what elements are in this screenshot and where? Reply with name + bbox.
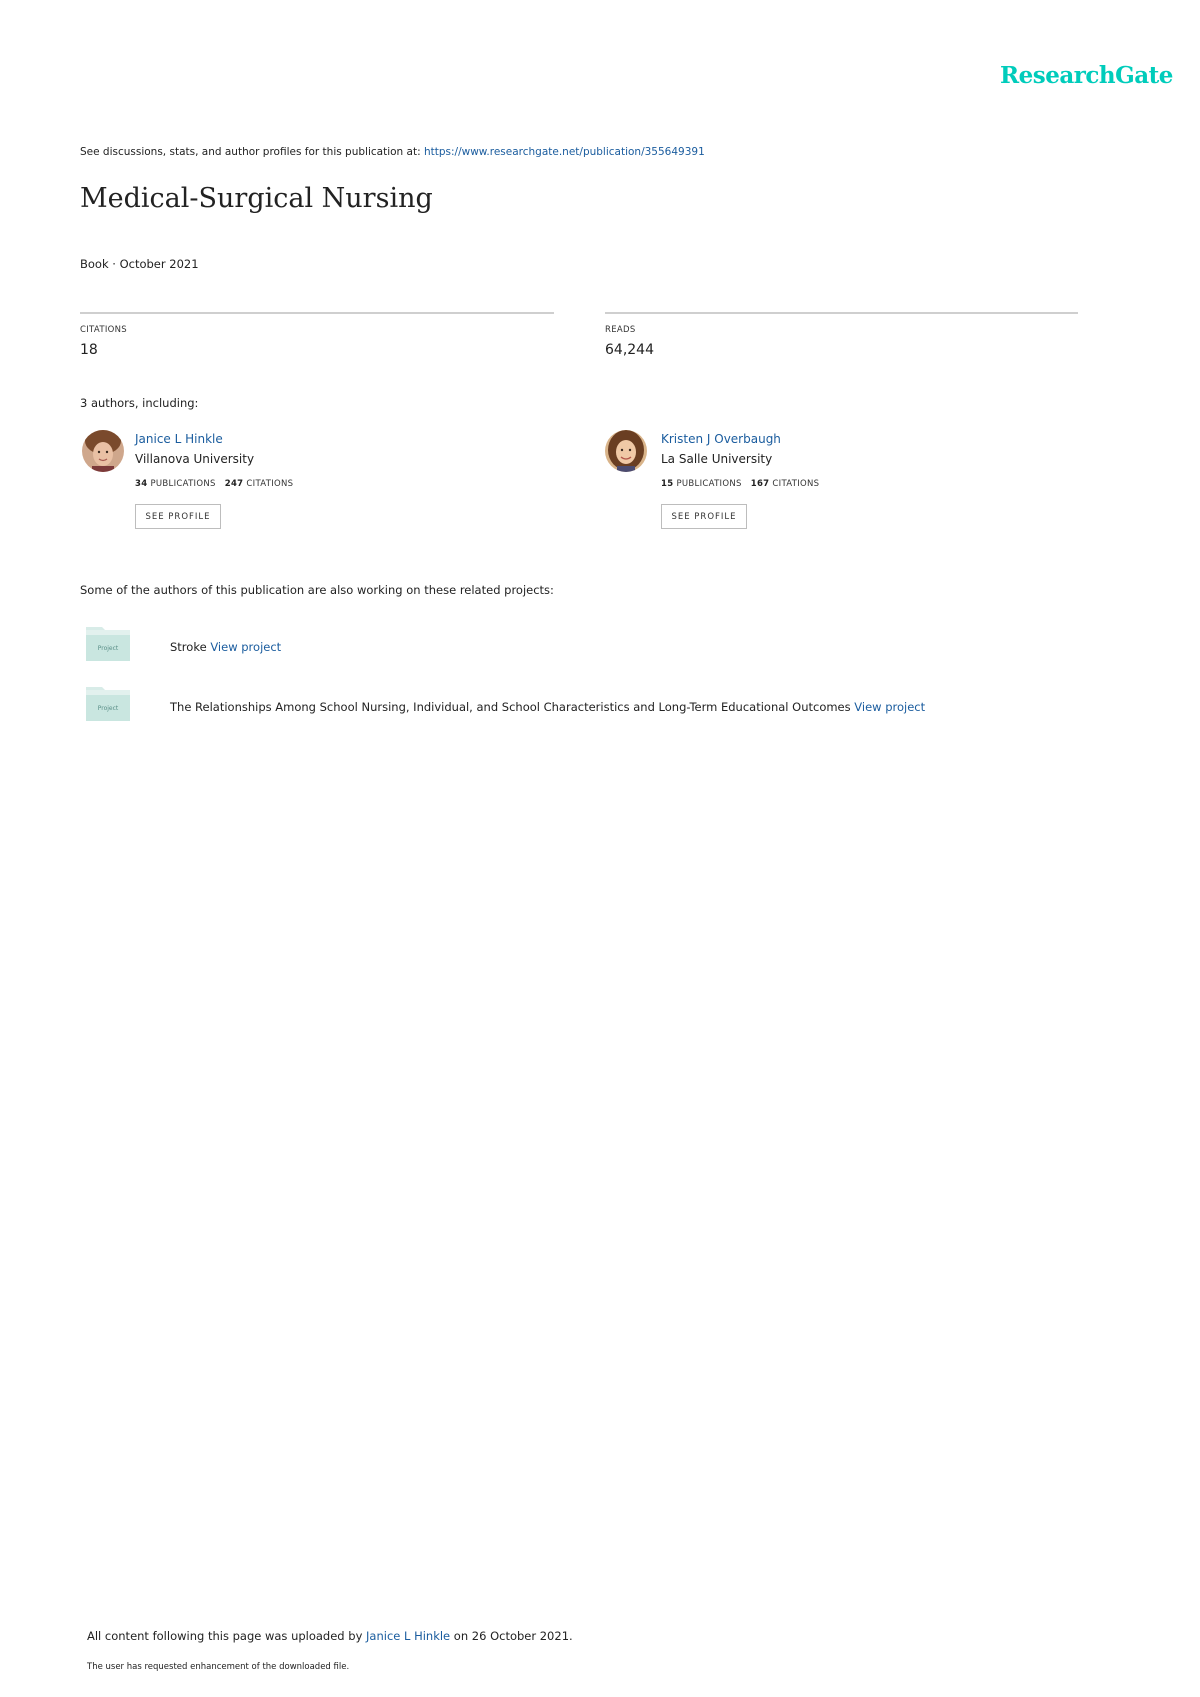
enhancement-note: The user has requested enhancement of th… (87, 1662, 350, 1672)
author-publications-label: PUBLICATIONS (150, 479, 216, 489)
upload-suffix: on 26 October 2021. (453, 1629, 573, 1643)
author-stats: 34 PUBLICATIONS 247 CITATIONS (135, 479, 293, 489)
author-citations-label: CITATIONS (772, 479, 820, 489)
citations-divider (80, 312, 554, 314)
project-name: The Relationships Among School Nursing, … (170, 700, 851, 714)
authors-heading: 3 authors, including: (80, 396, 199, 410)
avatar-photo-icon (82, 430, 124, 472)
researchgate-logo[interactable]: ResearchGate (1000, 62, 1173, 89)
author-citations-label: CITATIONS (246, 479, 294, 489)
see-profile-button[interactable]: SEE PROFILE (661, 504, 747, 529)
author-publications-label: PUBLICATIONS (676, 479, 742, 489)
project-folder-icon: Project (86, 687, 130, 721)
publication-meta: Book · October 2021 (80, 257, 199, 271)
view-project-link[interactable]: View project (210, 640, 281, 654)
related-projects-heading: Some of the authors of this publication … (80, 583, 554, 597)
upload-prefix: All content following this page was uplo… (87, 1629, 363, 1643)
upload-notice: All content following this page was uplo… (87, 1629, 573, 1643)
author-stats: 15 PUBLICATIONS 167 CITATIONS (661, 479, 819, 489)
view-project-link[interactable]: View project (854, 700, 925, 714)
svg-text:Project: Project (98, 645, 119, 652)
author-publications-count: 15 (661, 479, 674, 489)
author-citations-count: 247 (224, 479, 244, 489)
author-avatar-overbaugh[interactable] (605, 430, 647, 472)
see-profile-button[interactable]: SEE PROFILE (135, 504, 221, 529)
publication-url-link[interactable]: https://www.researchgate.net/publication… (424, 146, 705, 158)
reads-value: 64,244 (605, 342, 654, 358)
svg-text:Project: Project (98, 705, 119, 712)
author-avatar-hinkle[interactable] (82, 430, 124, 472)
reads-divider (605, 312, 1078, 314)
author-institution: La Salle University (661, 452, 773, 466)
publication-title: Medical-Surgical Nursing (80, 183, 433, 214)
author-name-link[interactable]: Janice L Hinkle (135, 432, 223, 446)
project-folder-icon: Project (86, 627, 130, 661)
author-institution: Villanova University (135, 452, 255, 466)
see-discussions-text: See discussions, stats, and author profi… (80, 146, 421, 158)
see-discussions-line: See discussions, stats, and author profi… (80, 146, 705, 158)
project-item: The Relationships Among School Nursing, … (170, 700, 925, 714)
project-name: Stroke (170, 640, 207, 654)
author-citations-count: 167 (750, 479, 770, 489)
author-name-link[interactable]: Kristen J Overbaugh (661, 432, 781, 446)
project-item: Stroke View project (170, 640, 281, 654)
citations-label: CITATIONS (80, 325, 127, 335)
uploader-link[interactable]: Janice L Hinkle (366, 1629, 450, 1643)
citations-value: 18 (80, 342, 98, 358)
reads-label: READS (605, 325, 636, 335)
avatar-photo-icon (605, 430, 647, 472)
author-publications-count: 34 (135, 479, 148, 489)
